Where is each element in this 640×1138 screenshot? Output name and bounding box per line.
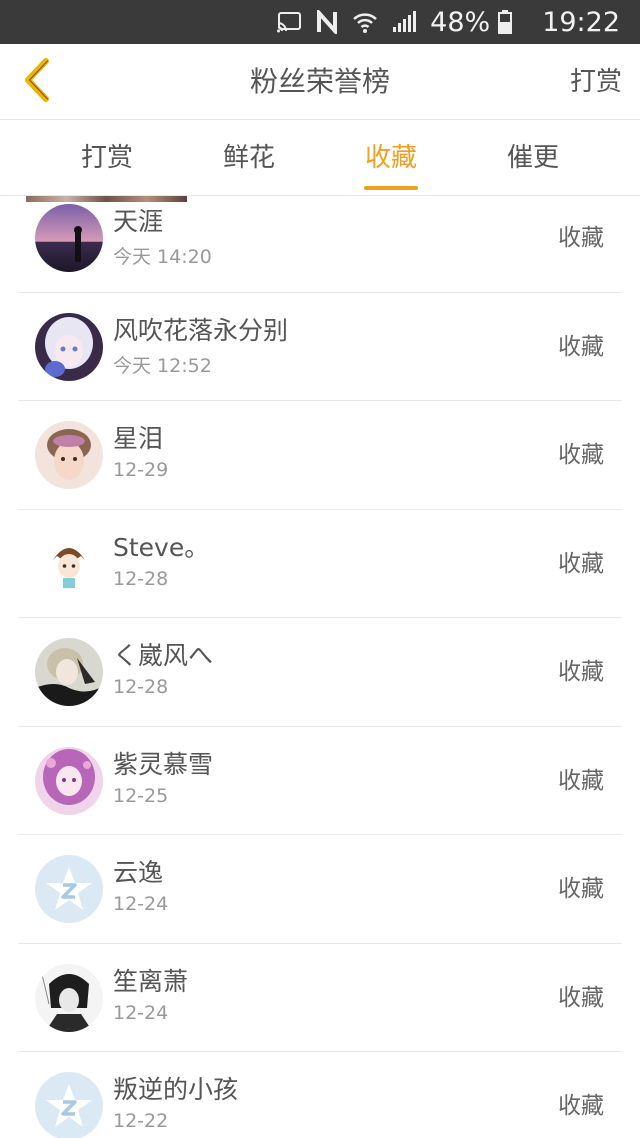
battery-icon (498, 10, 513, 34)
avatar (35, 638, 103, 706)
avatar (35, 204, 103, 272)
timestamp: 12-28 (113, 676, 169, 698)
page-title: 粉丝荣誉榜 (249, 65, 390, 98)
action-label: 收藏 (558, 876, 604, 902)
timestamp: 12-29 (113, 459, 169, 481)
avatar (35, 1072, 103, 1138)
tab-reward[interactable]: 打赏 (47, 120, 167, 196)
timestamp: 12-22 (113, 1110, 169, 1132)
signal-icon (392, 11, 417, 33)
avatar (35, 312, 103, 381)
user-name: 叛逆的小孩 (113, 1075, 239, 1104)
app-header: 粉丝荣誉榜 打赏 (0, 44, 640, 120)
timestamp: 今天 12:52 (113, 354, 212, 377)
avatar (35, 529, 103, 598)
user-name: く崴风へ (113, 641, 214, 670)
list-item[interactable]: Steve。 12-28 收藏 (18, 510, 622, 618)
user-name: 笙离萧 (113, 966, 189, 996)
back-button[interactable] (12, 54, 62, 110)
avatar (35, 855, 103, 923)
reward-button[interactable]: 打赏 (570, 44, 622, 120)
status-bar: 48% 19:22 (0, 0, 640, 44)
action-label: 收藏 (558, 550, 604, 577)
user-name: 云逸 (113, 858, 164, 887)
cast-icon (276, 11, 302, 33)
tab-favorites[interactable]: 收藏 (331, 120, 451, 196)
timestamp: 今天 14:20 (113, 246, 212, 268)
timestamp: 12-25 (113, 784, 169, 807)
timestamp: 12-24 (113, 893, 169, 915)
timestamp: 12-28 (113, 567, 169, 590)
list-item[interactable]: 笙离萧 12-24 收藏 (18, 944, 622, 1052)
wifi-icon (352, 10, 378, 34)
avatar (35, 963, 103, 1032)
list-item[interactable]: 天涯 今天 14:20 收藏 (18, 196, 622, 293)
fan-list[interactable]: 天涯 今天 14:20 收藏 风吹花落永分别 今天 12:52 收藏 星泪 12… (0, 196, 640, 1138)
list-item[interactable]: 星泪 12-29 收藏 (18, 401, 622, 510)
action-label: 收藏 (558, 767, 604, 794)
list-item[interactable]: 叛逆的小孩 12-22 收藏 (18, 1052, 622, 1138)
user-name: 星泪 (113, 424, 164, 453)
tab-flowers[interactable]: 鲜花 (189, 120, 309, 196)
user-name: 风吹花落永分别 (113, 315, 289, 345)
nfc-icon (316, 10, 338, 34)
user-name: Steve。 (113, 532, 210, 562)
action-label: 收藏 (558, 659, 604, 685)
clock: 19:22 (542, 6, 620, 38)
action-label: 收藏 (558, 442, 604, 468)
active-tab-indicator (364, 186, 418, 190)
list-item[interactable]: 云逸 12-24 收藏 (18, 835, 622, 944)
action-label: 收藏 (558, 333, 604, 360)
user-name: 天涯 (113, 207, 164, 236)
battery-percent: 48% (430, 6, 491, 38)
avatar (35, 421, 103, 489)
action-label: 收藏 (558, 984, 604, 1011)
action-label: 收藏 (558, 1093, 604, 1119)
chevron-left-icon (22, 58, 52, 106)
tab-urge-update[interactable]: 催更 (473, 120, 593, 196)
avatar (35, 746, 103, 815)
list-item[interactable]: く崴风へ 12-28 收藏 (18, 618, 622, 727)
tab-bar: 打赏 鲜花 收藏 催更 (0, 120, 640, 196)
user-name: 紫灵慕雪 (113, 749, 214, 779)
action-label: 收藏 (558, 225, 604, 251)
timestamp: 12-24 (113, 1001, 169, 1024)
list-item[interactable]: 风吹花落永分别 今天 12:52 收藏 (18, 293, 622, 401)
list-item[interactable]: 紫灵慕雪 12-25 收藏 (18, 727, 622, 835)
